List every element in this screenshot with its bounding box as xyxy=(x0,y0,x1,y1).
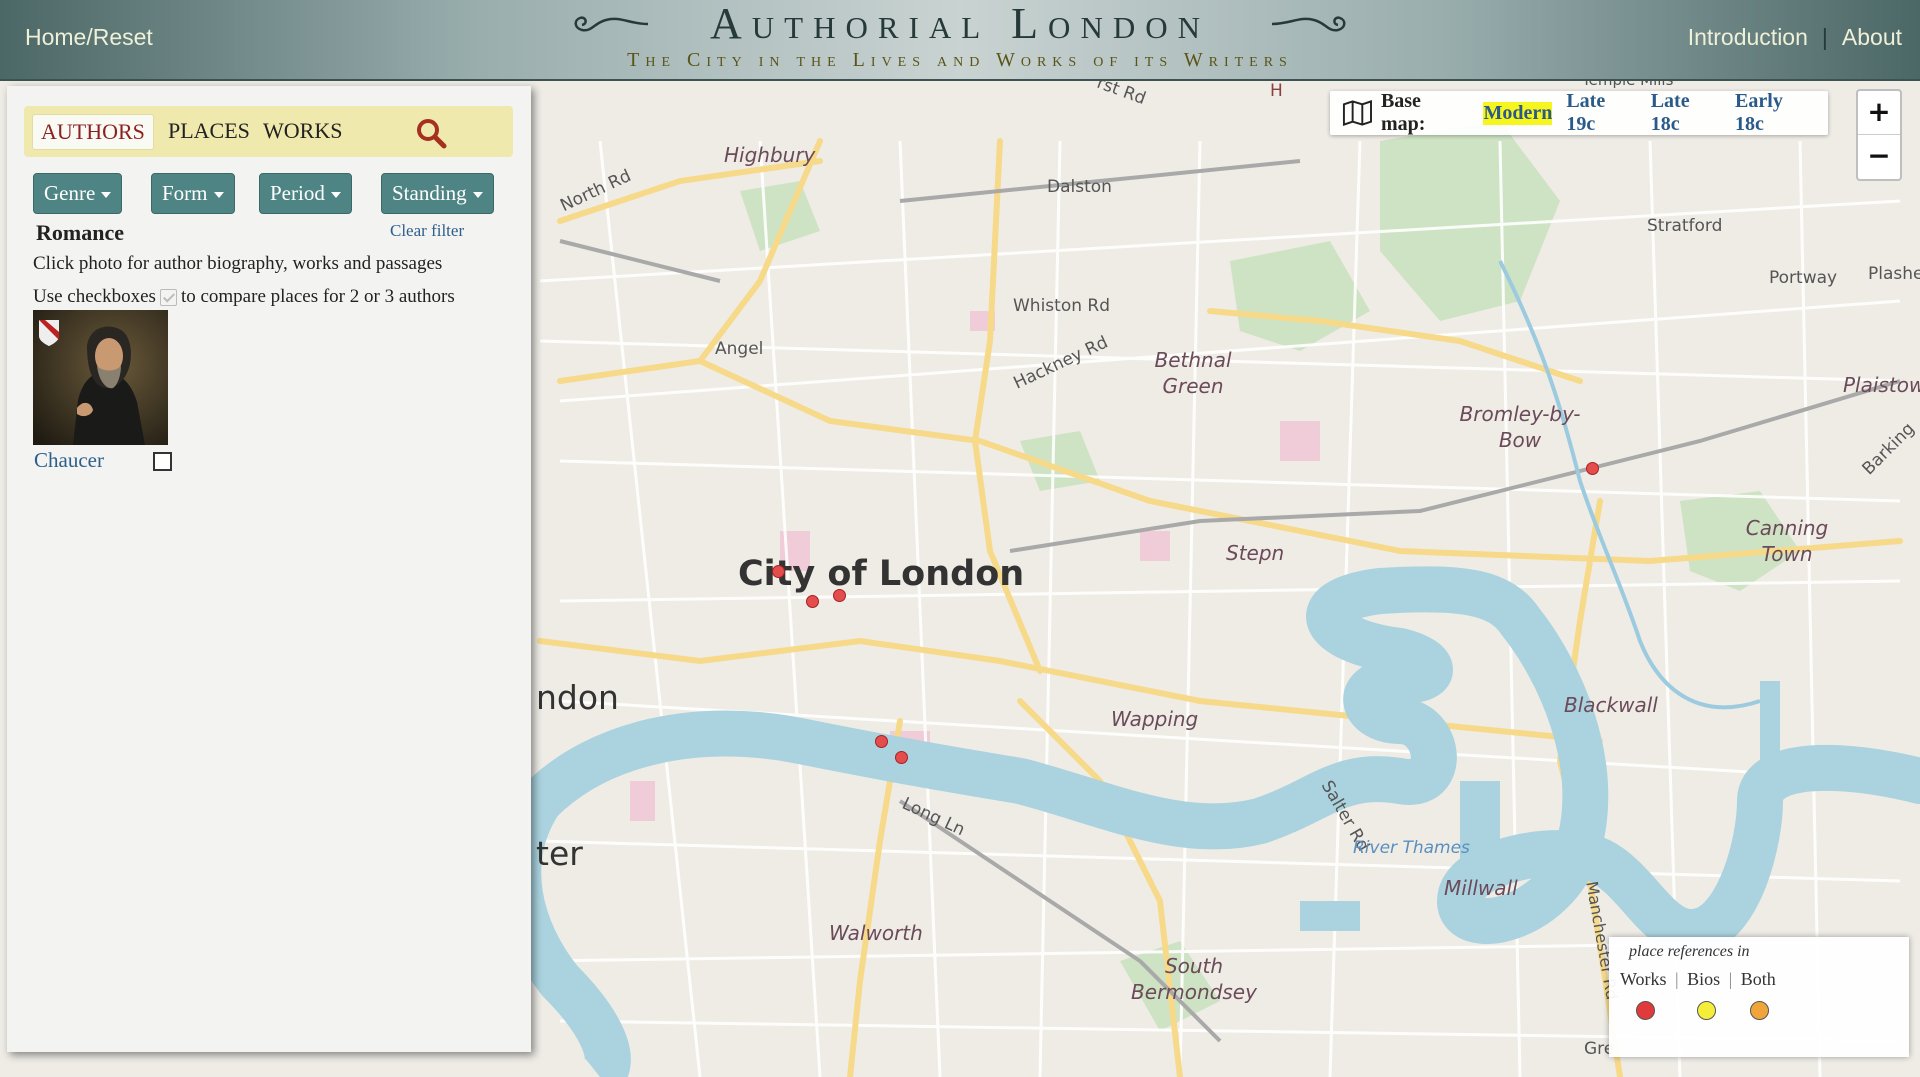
current-filter-label: Romance xyxy=(36,220,124,245)
tab-authors[interactable]: AUTHORS xyxy=(32,114,154,150)
map-label-stepney: Stepn xyxy=(1226,541,1285,565)
map-label-ter: ter xyxy=(536,834,583,873)
basemap-option-late-19c[interactable]: Late 19c xyxy=(1566,90,1636,136)
basemap-option-early-18c[interactable]: Early 18c xyxy=(1735,90,1814,136)
caret-down-icon xyxy=(330,192,341,199)
legend-bios-dot xyxy=(1697,1001,1716,1020)
caret-down-icon xyxy=(101,192,112,199)
tab-works[interactable]: WORKS xyxy=(255,114,350,148)
period-label: Period xyxy=(270,181,325,205)
clear-filter-link[interactable]: Clear filter xyxy=(390,221,464,241)
legend-separator: | xyxy=(1728,969,1733,989)
basemap-option-late-18c[interactable]: Late 18c xyxy=(1651,90,1721,136)
standing-label: Standing xyxy=(392,181,467,205)
map-label-highbury: Highbury xyxy=(724,143,816,167)
map-label-walworth: Walworth xyxy=(829,921,923,945)
legend-both-label: Both xyxy=(1740,969,1776,989)
map-label-temple-mills: Temple Mills xyxy=(1582,81,1673,89)
legend-works-label: Works xyxy=(1620,969,1667,989)
site-header: Home/Reset Authorial London The City in … xyxy=(0,0,1920,81)
genre-label: Genre xyxy=(44,181,96,205)
zoom-in-button[interactable]: + xyxy=(1858,91,1900,135)
search-icon[interactable] xyxy=(414,116,448,150)
site-title-block: Authorial London The City in the Lives a… xyxy=(540,2,1380,72)
period-dropdown-button[interactable]: Period xyxy=(259,173,352,214)
home-reset-link[interactable]: Home/Reset xyxy=(25,24,153,51)
legend-works-dot xyxy=(1636,1001,1655,1020)
map-label-bethnal-green: Bethnal Green xyxy=(1154,348,1232,398)
place-marker[interactable] xyxy=(772,565,785,578)
help-text-compare: Use checkboxes to compare places for 2 or… xyxy=(33,286,455,308)
map-label-millwall: Millwall xyxy=(1444,876,1518,900)
map-icon xyxy=(1342,100,1372,126)
author-compare-checkbox[interactable] xyxy=(153,452,172,471)
basemap-label: Base map: xyxy=(1380,90,1426,135)
nav-separator: | xyxy=(1821,24,1828,50)
checkbox-example-icon xyxy=(159,289,177,307)
site-subtitle: The City in the Lives and Works of its W… xyxy=(627,49,1293,71)
site-title: Authorial London xyxy=(709,0,1210,48)
map-label-london: ndon xyxy=(536,678,619,717)
genre-dropdown-button[interactable]: Genre xyxy=(33,173,123,214)
tab-bar: AUTHORS PLACES WORKS xyxy=(24,106,513,157)
map-label-south-bermondsey: South Bermondsey xyxy=(1131,954,1257,1004)
introduction-link[interactable]: Introduction xyxy=(1688,24,1808,50)
map-label-whiston-rd: Whiston Rd xyxy=(1013,296,1111,316)
map-label-h: H xyxy=(1270,81,1283,101)
legend-title: place references in xyxy=(1629,943,1750,960)
zoom-out-button[interactable]: − xyxy=(1858,135,1900,179)
sidebar-panel: AUTHORS PLACES WORKS Genre Form Period S… xyxy=(7,86,531,1052)
standing-dropdown-button[interactable]: Standing xyxy=(381,173,494,214)
place-marker[interactable] xyxy=(875,735,888,748)
map-label-stratford: Stratford xyxy=(1647,216,1723,236)
caret-down-icon xyxy=(213,192,224,199)
map-label-portway: Portway xyxy=(1769,268,1838,288)
map-label-canning-town: Canning Town xyxy=(1745,516,1829,566)
help-text-compare-b: to compare places for 2 or 3 authors xyxy=(180,286,455,307)
author-name-chaucer[interactable]: Chaucer xyxy=(34,448,104,473)
help-text-compare-a: Use checkboxes xyxy=(33,286,156,307)
map-label-plashe: Plashe xyxy=(1868,264,1920,284)
basemap-option-modern[interactable]: Modern xyxy=(1483,101,1553,125)
right-flourish-icon xyxy=(1271,16,1346,32)
tab-places[interactable]: PLACES xyxy=(160,114,258,148)
map-label-plaistow: Plaistow xyxy=(1843,373,1920,397)
legend-labels: Works | Bios | Both xyxy=(1620,969,1776,990)
about-link[interactable]: About xyxy=(1842,24,1902,50)
map-label-angel: Angel xyxy=(715,339,764,359)
form-dropdown-button[interactable]: Form xyxy=(151,173,235,214)
chaucer-portrait-image xyxy=(33,310,168,445)
top-nav: Introduction | About xyxy=(1688,24,1902,51)
left-flourish-icon xyxy=(574,16,649,32)
basemap-selector: Base map: Modern Late 19c Late 18c Early… xyxy=(1330,90,1828,136)
map-label-river-thames: River Thames xyxy=(1353,838,1470,858)
zoom-control: + − xyxy=(1856,89,1902,181)
legend-separator: | xyxy=(1675,969,1679,989)
help-text-photo: Click photo for author biography, works … xyxy=(33,253,443,274)
form-label: Form xyxy=(162,181,208,205)
map-label-bromley-by-bow: Bromley-by-Bow xyxy=(1459,402,1581,452)
map-label-wapping: Wapping xyxy=(1111,707,1199,731)
place-marker[interactable] xyxy=(833,589,846,602)
legend-bios-label: Bios xyxy=(1687,969,1721,989)
map-label-dalston: Dalston xyxy=(1047,177,1112,197)
caret-down-icon xyxy=(472,192,483,199)
map-legend: place references in Works | Bios | Both xyxy=(1609,937,1909,1057)
legend-both-dot xyxy=(1750,1001,1769,1020)
place-marker[interactable] xyxy=(806,595,819,608)
author-portrait-chaucer[interactable] xyxy=(33,310,168,445)
place-marker[interactable] xyxy=(895,751,908,764)
place-marker[interactable] xyxy=(1586,462,1599,475)
map-label-blackwall: Blackwall xyxy=(1564,693,1658,717)
